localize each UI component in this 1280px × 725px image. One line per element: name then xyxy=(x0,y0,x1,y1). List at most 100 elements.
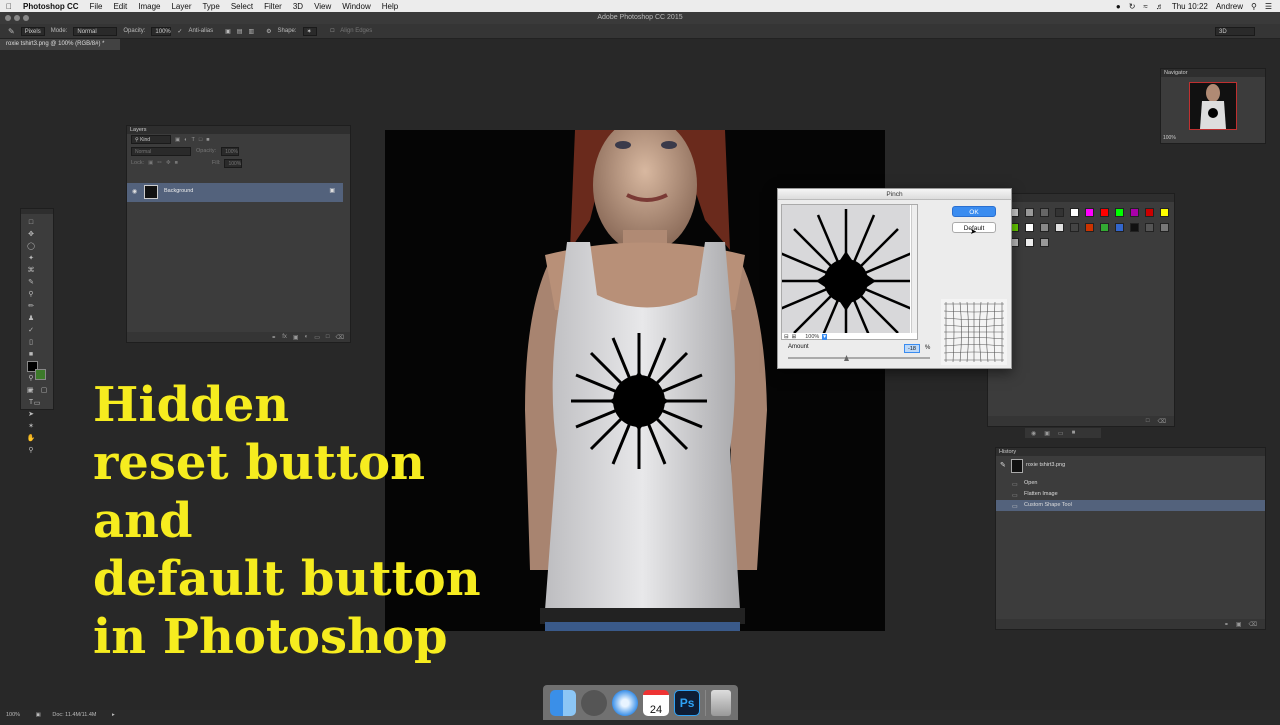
blend-mode-select[interactable]: Normal xyxy=(131,146,191,156)
custom-shape-tool-icon[interactable]: ✎ xyxy=(8,27,15,36)
menu-help[interactable]: Help xyxy=(382,2,398,11)
color-swatch[interactable] xyxy=(1145,223,1154,232)
history-state-open[interactable]: ▭ Open xyxy=(996,478,1265,489)
navigator-preview[interactable] xyxy=(1189,82,1237,130)
layers-panel-header[interactable]: Layers xyxy=(127,126,350,134)
lasso-tool-icon[interactable]: ◯ xyxy=(25,240,37,252)
new-swatch-icon[interactable]: □ xyxy=(1146,418,1150,424)
shape-tool-icon[interactable]: ✶ xyxy=(25,420,37,432)
finder-icon[interactable] xyxy=(549,689,576,716)
color-swatch[interactable] xyxy=(1055,223,1064,232)
amount-slider-track[interactable] xyxy=(788,357,930,359)
wifi-icon[interactable]: ≈ xyxy=(1143,2,1147,11)
fill-field[interactable]: 100% xyxy=(224,158,243,168)
color-swatch[interactable] xyxy=(1070,208,1079,217)
camera-snapshot-icon[interactable]: ▣ xyxy=(1236,621,1242,628)
add-mask-icon[interactable]: ▣ xyxy=(293,334,299,341)
eye-icon[interactable]: ◉ xyxy=(132,188,137,195)
lock-all-icon[interactable]: ■ xyxy=(175,160,178,166)
zoom-dropdown-icon[interactable]: ▾ xyxy=(822,334,828,340)
filter-adjust-icon[interactable]: ◐ xyxy=(184,137,187,143)
channels-icon[interactable]: ■ xyxy=(1072,430,1076,436)
color-swatch[interactable] xyxy=(1160,208,1169,217)
notification-icon[interactable]: ☰ xyxy=(1265,2,1272,11)
menu-edit[interactable]: Edit xyxy=(113,2,127,11)
filter-type-icon[interactable]: T xyxy=(192,137,195,143)
menu-window[interactable]: Window xyxy=(342,2,370,11)
navigator-panel-header[interactable]: Navigator xyxy=(1161,69,1265,77)
menu-image[interactable]: Image xyxy=(138,2,160,11)
ok-button[interactable]: OK xyxy=(952,206,996,217)
preview-vertical-scrollbar[interactable] xyxy=(911,205,917,333)
color-swatch[interactable] xyxy=(1130,223,1139,232)
quick-mask-icon[interactable]: ▣ xyxy=(24,384,36,396)
swatches-panel-header[interactable] xyxy=(988,194,1174,202)
menu-app-name[interactable]: Photoshop CC xyxy=(23,2,79,11)
styles-icon[interactable]: ◉ xyxy=(1031,430,1036,437)
paths-icon[interactable]: ▭ xyxy=(1058,430,1064,437)
edit-toolbar-icon[interactable]: ▭ xyxy=(31,397,43,409)
background-color-swatch[interactable] xyxy=(35,369,46,380)
color-swatch[interactable] xyxy=(1040,238,1049,247)
pinch-preview-window[interactable] xyxy=(776,204,918,348)
opacity-field[interactable]: 100% xyxy=(151,26,172,36)
status-menu-arrow-icon[interactable]: ▸ xyxy=(112,712,115,718)
hand-tool-icon[interactable]: ✋ xyxy=(25,432,37,444)
workspace-select[interactable]: 3D xyxy=(1215,27,1255,36)
delete-swatch-icon[interactable]: ⌫ xyxy=(1158,418,1166,425)
eyedropper-icon[interactable]: ✎ xyxy=(25,276,37,288)
amount-input[interactable]: -18 xyxy=(904,344,920,353)
new-document-from-state-icon[interactable]: ⚭ xyxy=(1224,621,1229,628)
color-swatch[interactable] xyxy=(1145,208,1154,217)
color-swatch[interactable] xyxy=(1055,208,1064,217)
zoom-tool-icon[interactable]: ⚲ xyxy=(25,444,37,456)
brush-tool-icon[interactable]: ✏ xyxy=(25,300,37,312)
export-icon[interactable]: ▣ xyxy=(36,712,41,718)
clock-text[interactable]: Thu 10:22 xyxy=(1172,2,1208,11)
crop-tool-icon[interactable]: ⌘ xyxy=(25,264,37,276)
sync-icon[interactable]: ↻ xyxy=(1129,2,1136,11)
pinch-dialog-title[interactable]: Pinch xyxy=(778,189,1011,200)
delete-state-icon[interactable]: ⌫ xyxy=(1249,621,1257,628)
path-arrange-icon[interactable]: ▥ xyxy=(248,28,254,35)
magic-wand-icon[interactable]: ✦ xyxy=(25,252,37,264)
layer-name[interactable]: Background xyxy=(164,188,193,194)
volume-icon[interactable]: ♬ xyxy=(1156,2,1164,11)
zoom-in-icon[interactable]: ⊞ xyxy=(792,334,797,340)
color-swatch[interactable] xyxy=(1085,223,1094,232)
navigator-zoom[interactable]: 100% xyxy=(1163,135,1176,141)
status-doc-info[interactable]: Doc: 11.4M/11.4M xyxy=(52,712,96,718)
menu-view[interactable]: View xyxy=(314,2,331,11)
delete-layer-icon[interactable]: ⌫ xyxy=(336,334,344,341)
color-swatch[interactable] xyxy=(1025,223,1034,232)
history-panel-header[interactable]: History xyxy=(996,448,1265,456)
mode-select[interactable]: Normal xyxy=(73,26,118,36)
move-tool-icon[interactable]: ✥ xyxy=(25,228,37,240)
gear-icon[interactable]: ⚙ xyxy=(266,28,271,35)
new-group-icon[interactable]: ▭ xyxy=(314,334,320,341)
snapshot-brush-icon[interactable]: ✎ xyxy=(1000,461,1006,469)
color-swatch[interactable] xyxy=(1025,208,1034,217)
color-swatch[interactable] xyxy=(1130,208,1139,217)
minimize-window-icon[interactable] xyxy=(14,15,20,21)
status-zoom[interactable]: 100% xyxy=(6,712,20,718)
spotlight-icon[interactable]: ⚲ xyxy=(1251,2,1257,11)
menu-filter[interactable]: Filter xyxy=(264,2,282,11)
path-selection-icon[interactable]: ➤ xyxy=(25,408,37,420)
screen-mode-icon[interactable]: ▢ xyxy=(38,384,50,396)
lock-brush-icon[interactable]: ✏ xyxy=(157,160,162,166)
color-swatch[interactable] xyxy=(1115,208,1124,217)
shape-picker[interactable]: ✶ xyxy=(302,26,317,36)
lock-move-icon[interactable]: ✥ xyxy=(166,160,171,166)
color-swatch[interactable] xyxy=(1070,223,1079,232)
apple-icon[interactable]:  xyxy=(6,2,12,11)
antialias-checkbox[interactable]: ✓ xyxy=(177,28,182,35)
user-name[interactable]: Andrew xyxy=(1216,2,1243,11)
menu-layer[interactable]: Layer xyxy=(171,2,191,11)
filter-pixel-icon[interactable]: ▣ xyxy=(175,137,180,143)
new-layer-icon[interactable]: □ xyxy=(326,334,330,340)
close-window-icon[interactable] xyxy=(5,15,11,21)
safari-icon[interactable] xyxy=(611,689,638,716)
color-swatch[interactable] xyxy=(1025,238,1034,247)
path-align-icon[interactable]: ▤ xyxy=(237,28,243,35)
